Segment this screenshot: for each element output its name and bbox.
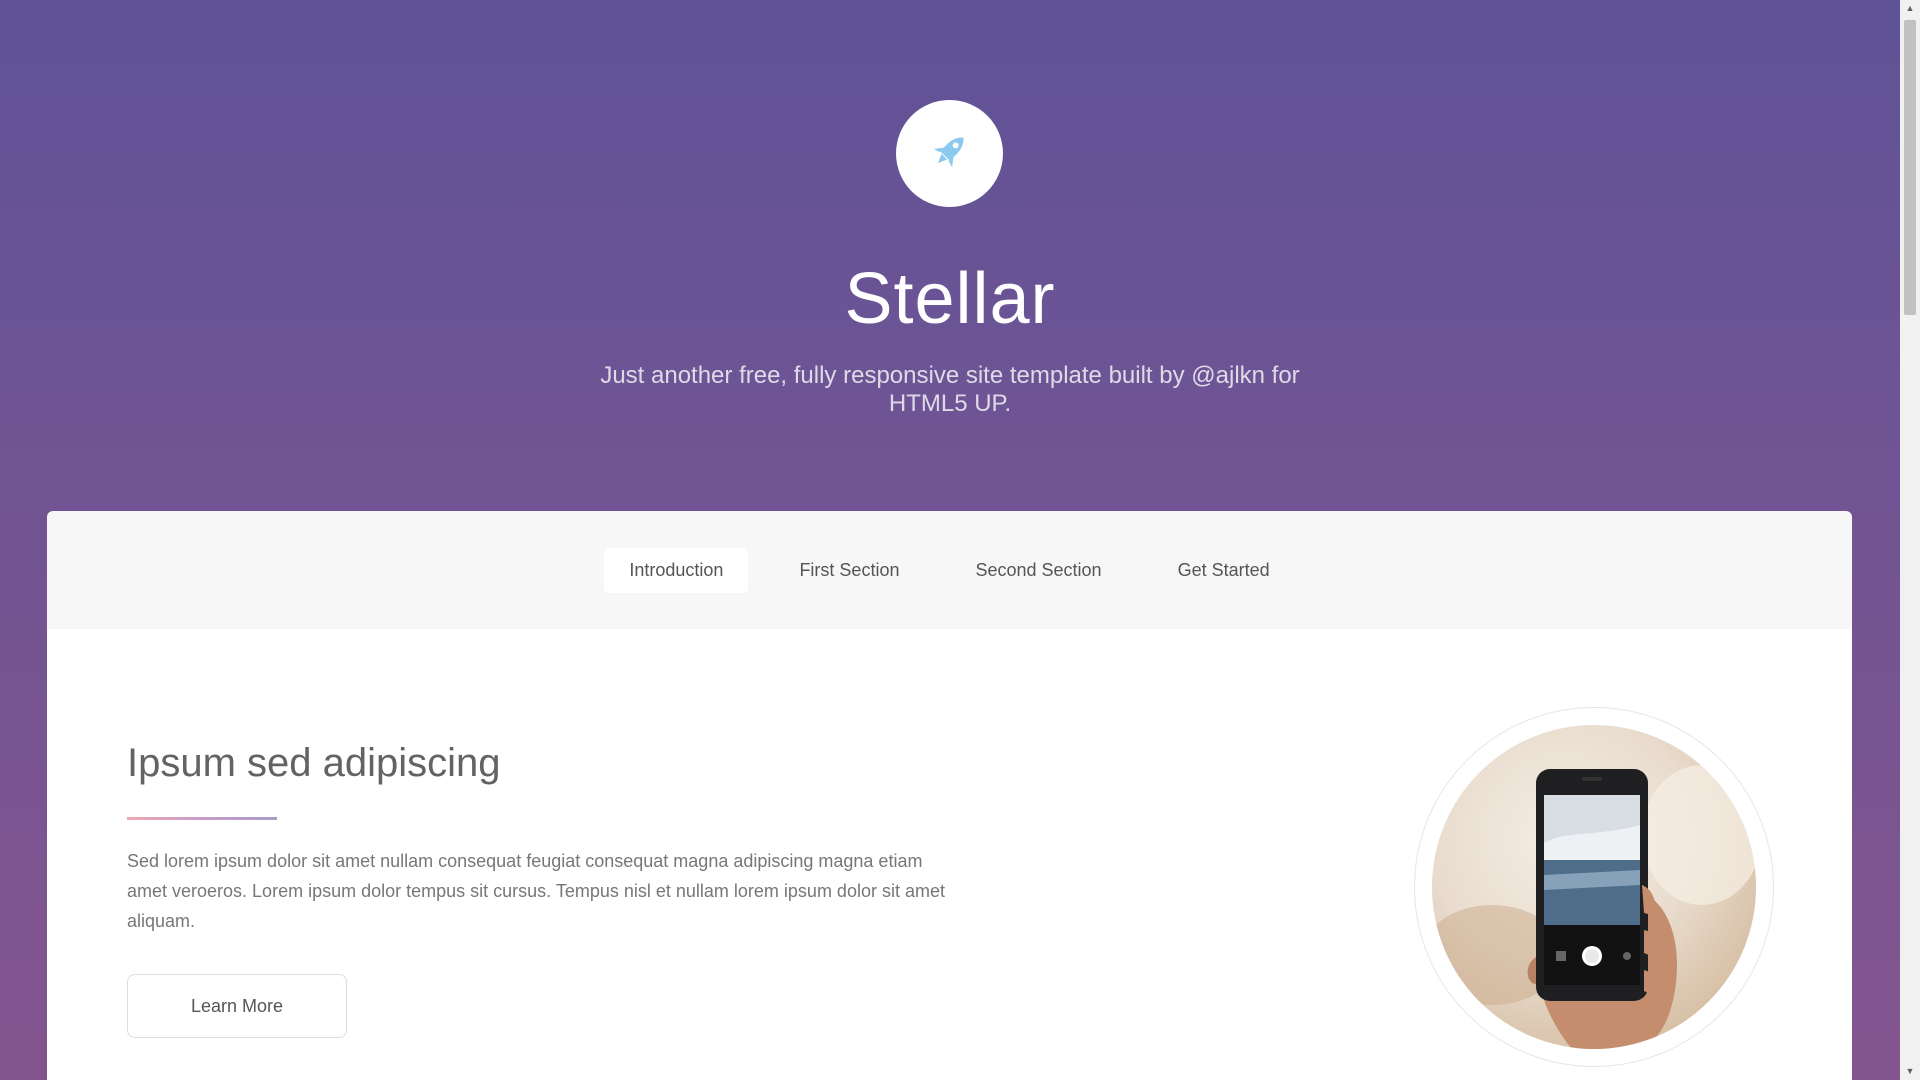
nav-item-first-section: First Section [774, 548, 924, 593]
nav-link-introduction[interactable]: Introduction [604, 547, 749, 593]
main-content: Ipsum sed adipiscing Sed lorem ipsum dol… [47, 629, 1852, 1080]
scroll-thumb[interactable] [1904, 20, 1916, 315]
section-nav: Introduction First Section Second Sectio… [47, 511, 1852, 629]
nav-item-get-started: Get Started [1153, 548, 1295, 593]
nav-list: Introduction First Section Second Sectio… [604, 547, 1295, 593]
nav-item-second-section: Second Section [950, 548, 1126, 593]
phone-photo-image [1432, 725, 1756, 1049]
nav-item-introduction: Introduction [604, 547, 749, 593]
vertical-scrollbar[interactable]: ▲ ▼ [1900, 0, 1920, 1080]
rocket-icon [927, 128, 973, 179]
site-tagline: Just another free, fully responsive site… [600, 362, 1300, 417]
page: Stellar Just another free, fully respons… [0, 0, 1900, 1080]
scroll-up-arrow-icon[interactable]: ▲ [1900, 0, 1920, 17]
logo[interactable] [896, 100, 1003, 207]
site-header: Stellar Just another free, fully respons… [0, 0, 1900, 510]
nav-link-first-section[interactable]: First Section [774, 548, 924, 593]
nav-link-get-started[interactable]: Get Started [1153, 548, 1295, 593]
scroll-down-arrow-icon[interactable]: ▼ [1900, 1063, 1920, 1080]
intro-title: Ipsum sed adipiscing [127, 741, 501, 785]
intro-section: Ipsum sed adipiscing Sed lorem ipsum dol… [127, 739, 957, 1038]
intro-body: Sed lorem ipsum dolor sit amet nullam co… [127, 851, 945, 931]
site-title: Stellar [844, 259, 1056, 339]
title-divider [127, 817, 277, 820]
nav-link-second-section[interactable]: Second Section [950, 548, 1126, 593]
learn-more-button[interactable]: Learn More [127, 974, 347, 1038]
